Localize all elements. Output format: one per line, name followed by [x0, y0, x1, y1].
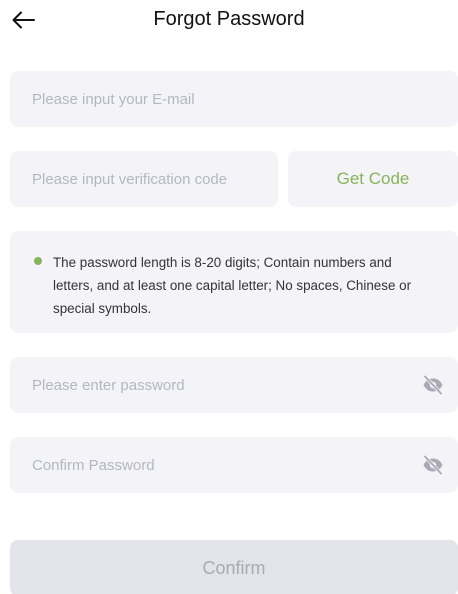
eye-off-icon[interactable] [422, 454, 444, 476]
confirm-password-input[interactable] [32, 456, 402, 474]
email-field-container [10, 71, 458, 127]
verification-code-input[interactable] [32, 170, 272, 188]
eye-off-icon[interactable] [422, 374, 444, 396]
get-code-button[interactable]: Get Code [288, 151, 458, 207]
password-input[interactable] [32, 376, 402, 394]
forgot-password-page: Forgot Password Get Code The password le… [0, 0, 458, 594]
confirm-button[interactable]: Confirm [10, 540, 458, 594]
password-field-container [10, 357, 458, 413]
password-rules-text: The password length is 8-20 digits; Cont… [53, 255, 412, 316]
email-input[interactable] [32, 90, 458, 108]
password-rules-hint: The password length is 8-20 digits; Cont… [10, 231, 458, 333]
verification-code-field-container [10, 151, 278, 207]
confirm-password-field-container [10, 437, 458, 493]
dot-icon [34, 257, 42, 265]
page-title: Forgot Password [153, 8, 305, 30]
